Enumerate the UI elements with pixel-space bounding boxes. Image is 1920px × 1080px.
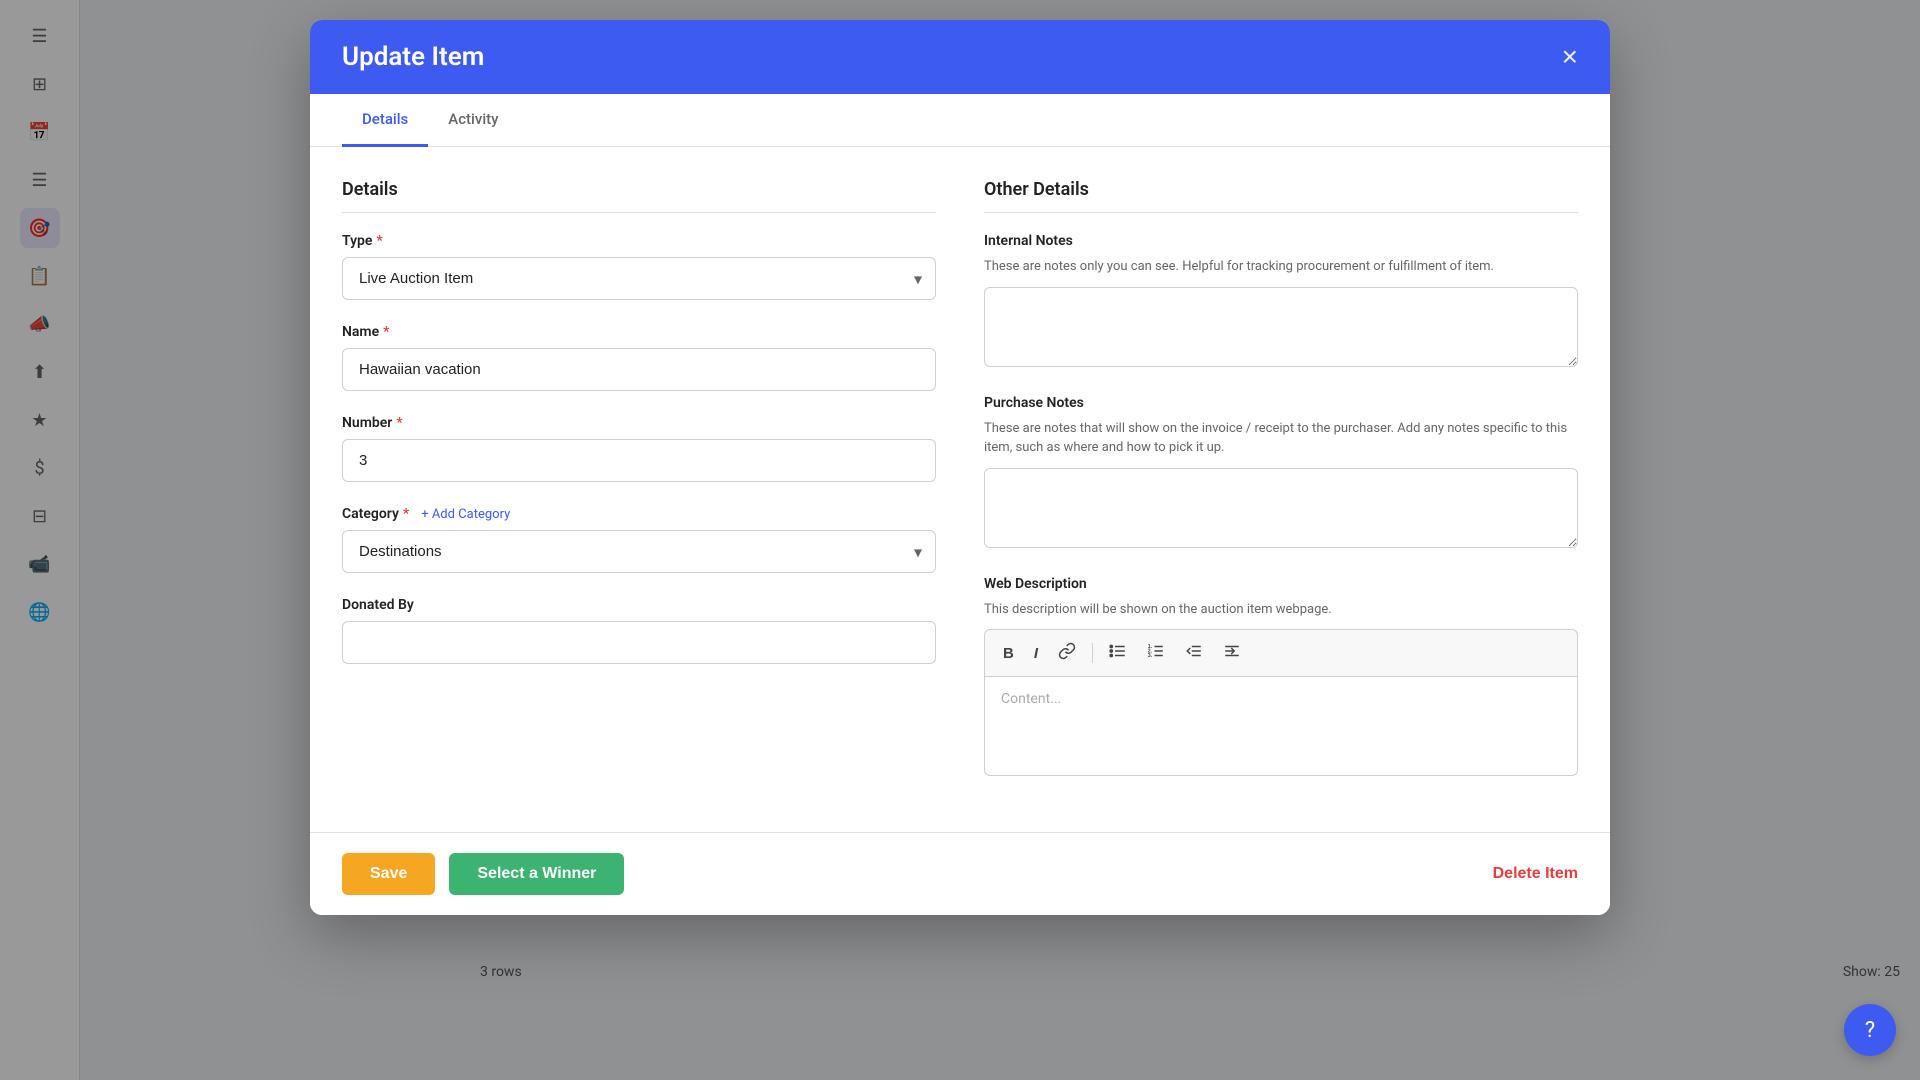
add-category-link[interactable]: + Add Category <box>421 507 510 522</box>
type-select[interactable]: Live Auction Item Silent Auction Item Ra… <box>342 257 936 300</box>
details-section: Details Type * Live Auction Item Silent … <box>342 179 936 800</box>
modal-title: Update Item <box>342 42 484 72</box>
purchase-notes-textarea[interactable] <box>984 468 1578 548</box>
toolbar-bold-button[interactable]: B <box>997 641 1020 666</box>
select-winner-button[interactable]: Select a Winner <box>449 853 624 895</box>
other-details-section-title: Other Details <box>984 179 1578 213</box>
type-required: * <box>376 233 382 249</box>
modal-tabs: Details Activity <box>310 94 1610 147</box>
delete-item-button[interactable]: Delete Item <box>1493 865 1578 883</box>
tab-details[interactable]: Details <box>342 94 428 147</box>
name-required: * <box>383 324 389 340</box>
type-select-wrapper: Live Auction Item Silent Auction Item Ra… <box>342 257 936 300</box>
tab-activity[interactable]: Activity <box>428 94 518 147</box>
details-section-title: Details <box>342 179 936 213</box>
donated-by-input[interactable] <box>342 621 936 664</box>
update-item-modal: Update Item × Details Activity Details T… <box>310 20 1610 915</box>
modal-overlay: Update Item × Details Activity Details T… <box>0 0 1920 1080</box>
number-label: Number * <box>342 415 936 431</box>
type-field-group: Type * Live Auction Item Silent Auction … <box>342 233 936 300</box>
web-description-group: Web Description This description will be… <box>984 576 1578 777</box>
purchase-notes-group: Purchase Notes These are notes that will… <box>984 395 1578 552</box>
internal-notes-group: Internal Notes These are notes only you … <box>984 233 1578 371</box>
toolbar-indent-button[interactable] <box>1217 638 1247 668</box>
editor-toolbar: B I <box>984 629 1578 676</box>
internal-notes-helper: These are notes only you can see. Helpfu… <box>984 257 1578 277</box>
help-button[interactable]: ? <box>1844 1004 1896 1056</box>
modal-footer: Save Select a Winner Delete Item <box>310 832 1610 915</box>
purchase-notes-helper: These are notes that will show on the in… <box>984 419 1578 458</box>
number-field-group: Number * <box>342 415 936 482</box>
footer-actions-left: Save Select a Winner <box>342 853 624 895</box>
save-button[interactable]: Save <box>342 853 435 895</box>
modal-header: Update Item × <box>310 20 1610 94</box>
toolbar-italic-button[interactable]: I <box>1028 641 1044 666</box>
toolbar-ul-button[interactable] <box>1103 638 1133 668</box>
web-description-helper: This description will be shown on the au… <box>984 600 1578 620</box>
toolbar-divider-1 <box>1092 643 1093 663</box>
other-details-section: Other Details Internal Notes These are n… <box>984 179 1578 800</box>
number-input[interactable] <box>342 439 936 482</box>
toolbar-link-button[interactable] <box>1052 638 1082 668</box>
number-required: * <box>396 415 402 431</box>
web-description-label: Web Description <box>984 576 1578 592</box>
toolbar-ol-button[interactable]: 1. 2. 3. <box>1141 638 1171 668</box>
category-field-group: Category * + Add Category Destinations S… <box>342 506 936 573</box>
modal-body: Details Type * Live Auction Item Silent … <box>310 147 1610 832</box>
name-field-group: Name * <box>342 324 936 391</box>
purchase-notes-label: Purchase Notes <box>984 395 1578 411</box>
internal-notes-textarea[interactable] <box>984 287 1578 367</box>
category-select[interactable]: Destinations Sports Arts Travel Food & B… <box>342 530 936 573</box>
web-description-editor[interactable]: Content... <box>984 676 1578 776</box>
name-label: Name * <box>342 324 936 340</box>
donated-by-label: Donated By <box>342 597 936 613</box>
category-select-wrapper: Destinations Sports Arts Travel Food & B… <box>342 530 936 573</box>
category-label: Category * + Add Category <box>342 506 936 522</box>
name-input[interactable] <box>342 348 936 391</box>
internal-notes-label: Internal Notes <box>984 233 1578 249</box>
modal-close-button[interactable]: × <box>1562 43 1578 71</box>
type-label: Type * <box>342 233 936 249</box>
donated-by-field-group: Donated By <box>342 597 936 664</box>
category-required: * <box>403 506 409 522</box>
svg-text:3.: 3. <box>1148 653 1153 659</box>
toolbar-outdent-button[interactable] <box>1179 638 1209 668</box>
